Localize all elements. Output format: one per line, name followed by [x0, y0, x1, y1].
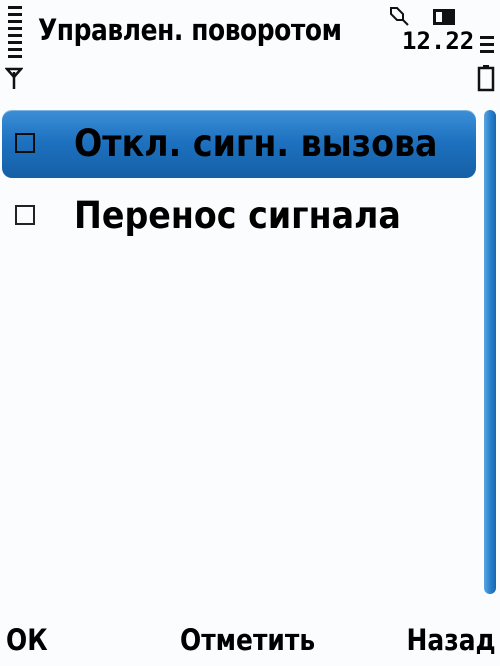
scrollbar[interactable] [483, 110, 497, 594]
sim-card-icon [433, 9, 455, 25]
battery-level-icon [479, 36, 495, 60]
list-item-snooze-alarm[interactable]: Перенос сигнала [2, 182, 476, 250]
list-item-label: Перенос сигнала [74, 194, 401, 237]
mark-softkey[interactable]: Отметить [180, 620, 315, 660]
checkbox[interactable] [15, 205, 35, 225]
app-title: Управлен. поворотом [38, 13, 342, 47]
list-item-label: Откл. сигн. вызова [74, 122, 438, 165]
status-bar: Управлен. поворотом 12.22 [0, 0, 500, 100]
settings-list: Откл. сигн. вызова Перенос сигнала [0, 110, 480, 590]
softkey-bar: ОК Отметить Назад [0, 612, 500, 666]
ok-softkey[interactable]: ОК [6, 620, 48, 660]
clock: 12.22 [402, 27, 475, 55]
back-softkey[interactable]: Назад [407, 620, 496, 660]
antenna-icon [5, 67, 23, 89]
alarm-icon [390, 7, 409, 26]
list-item-mute-call[interactable]: Откл. сигн. вызова [2, 110, 476, 178]
checkbox[interactable] [15, 133, 35, 153]
signal-strength-icon [6, 6, 24, 62]
scrollbar-thumb[interactable] [484, 110, 496, 594]
battery-icon [477, 65, 495, 92]
